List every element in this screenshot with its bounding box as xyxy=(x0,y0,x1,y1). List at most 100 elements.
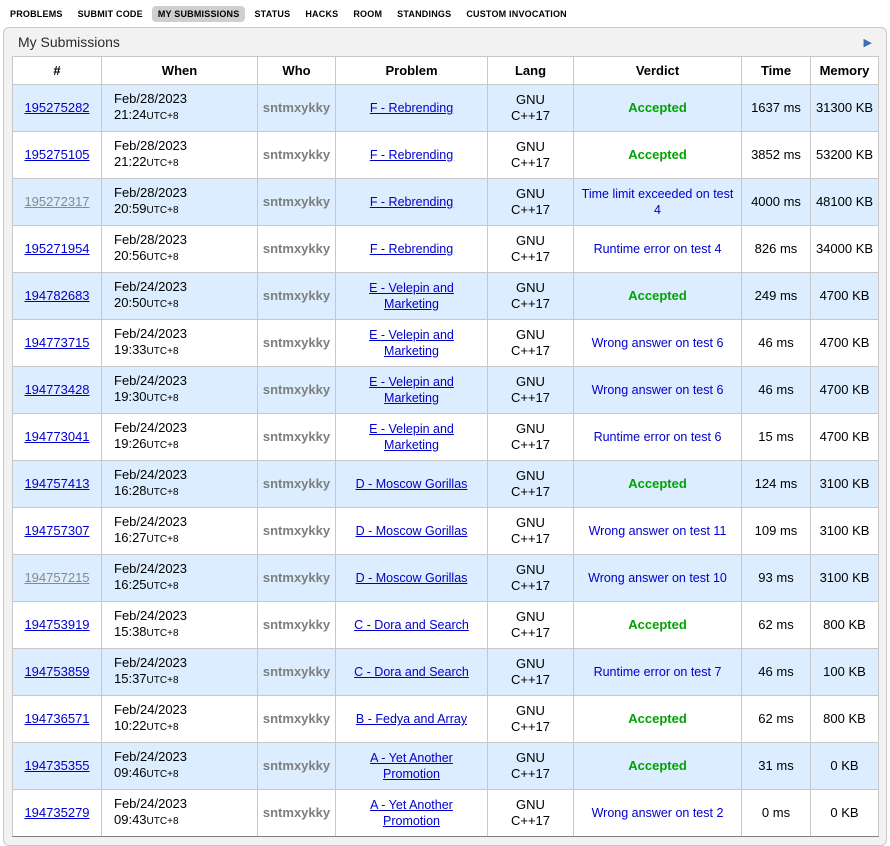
nav-item-room[interactable]: ROOM xyxy=(347,6,388,22)
problem-link[interactable]: C - Dora and Search xyxy=(354,617,469,633)
timezone-label: UTC+8 xyxy=(147,581,179,592)
problem-link[interactable]: E - Velepin and Marketing xyxy=(342,327,482,359)
memory-cell: 0 KB xyxy=(811,743,879,790)
expand-arrow-icon[interactable]: ▶ xyxy=(864,36,874,49)
nav-item-hacks[interactable]: HACKS xyxy=(299,6,344,22)
submission-id-link[interactable]: 194753919 xyxy=(24,617,89,632)
user-link[interactable]: sntmxykky xyxy=(263,805,330,820)
memory-cell: 100 KB xyxy=(811,649,879,696)
submission-id-link[interactable]: 194782683 xyxy=(24,288,89,303)
problem-link[interactable]: E - Velepin and Marketing xyxy=(342,280,482,312)
timezone-label: UTC+8 xyxy=(147,722,179,733)
timezone-label: UTC+8 xyxy=(147,299,179,310)
submission-id-link[interactable]: 194753859 xyxy=(24,664,89,679)
nav-item-problems[interactable]: PROBLEMS xyxy=(4,6,69,22)
lang-text: GNU C++17 xyxy=(508,703,554,735)
submission-id-link[interactable]: 195271954 xyxy=(24,241,89,256)
user-link[interactable]: sntmxykky xyxy=(263,288,330,303)
problem-link[interactable]: A - Yet Another Promotion xyxy=(342,750,482,782)
submission-id-link[interactable]: 194735355 xyxy=(24,758,89,773)
submission-id-link[interactable]: 194757307 xyxy=(24,523,89,538)
time-cell: 46 ms xyxy=(742,320,811,367)
submission-id-link[interactable]: 195275105 xyxy=(24,147,89,162)
verdict-cell: Accepted xyxy=(574,696,742,743)
time-cell: 249 ms xyxy=(742,273,811,320)
user-link[interactable]: sntmxykky xyxy=(263,523,330,538)
lang-cell: GNU C++17 xyxy=(488,461,574,508)
problem-cell: F - Rebrending xyxy=(336,179,488,226)
time-cell: 15 ms xyxy=(742,414,811,461)
user-link[interactable]: sntmxykky xyxy=(263,711,330,726)
nav-item-my-submissions[interactable]: MY SUBMISSIONS xyxy=(152,6,246,22)
when-cell: Feb/24/202319:33UTC+8 xyxy=(102,320,258,367)
problem-link[interactable]: F - Rebrending xyxy=(370,194,453,210)
memory-cell: 3100 KB xyxy=(811,508,879,555)
col-header-memory: Memory xyxy=(811,57,879,85)
user-link[interactable]: sntmxykky xyxy=(263,241,330,256)
lang-cell: GNU C++17 xyxy=(488,602,574,649)
user-link[interactable]: sntmxykky xyxy=(263,194,330,209)
submission-id-cell: 194773428 xyxy=(13,367,102,414)
verdict-cell: Wrong answer on test 6 xyxy=(574,320,742,367)
submission-time: 15:37 xyxy=(114,671,147,686)
submission-id-cell: 194735279 xyxy=(13,790,102,837)
user-link[interactable]: sntmxykky xyxy=(263,476,330,491)
memory-cell: 3100 KB xyxy=(811,461,879,508)
submission-time: 19:30 xyxy=(114,389,147,404)
time-cell: 0 ms xyxy=(742,790,811,837)
submission-id-link[interactable]: 194757215 xyxy=(24,570,89,585)
time-cell: 62 ms xyxy=(742,602,811,649)
memory-cell: 3100 KB xyxy=(811,555,879,602)
problem-link[interactable]: D - Moscow Gorillas xyxy=(356,570,468,586)
nav-item-custom-invocation[interactable]: CUSTOM INVOCATION xyxy=(460,6,573,22)
problem-link[interactable]: E - Velepin and Marketing xyxy=(342,421,482,453)
user-link[interactable]: sntmxykky xyxy=(263,429,330,444)
user-link[interactable]: sntmxykky xyxy=(263,382,330,397)
nav-item-submit-code[interactable]: SUBMIT CODE xyxy=(72,6,149,22)
lang-text: GNU C++17 xyxy=(508,233,554,265)
user-link[interactable]: sntmxykky xyxy=(263,335,330,350)
submission-row: 194782683Feb/24/202320:50UTC+8sntmxykkyE… xyxy=(13,273,879,320)
nav-item-status[interactable]: STATUS xyxy=(248,6,296,22)
nav-item-standings[interactable]: STANDINGS xyxy=(391,6,457,22)
user-link[interactable]: sntmxykky xyxy=(263,617,330,632)
submission-time: 20:50 xyxy=(114,295,147,310)
when-cell: Feb/28/202321:22UTC+8 xyxy=(102,132,258,179)
submission-date: Feb/24/2023 xyxy=(114,561,187,576)
submission-id-link[interactable]: 194736571 xyxy=(24,711,89,726)
submission-id-link[interactable]: 194773428 xyxy=(24,382,89,397)
problem-link[interactable]: B - Fedya and Array xyxy=(356,711,467,727)
submission-id-link[interactable]: 194735279 xyxy=(24,805,89,820)
submission-id-link[interactable]: 194773041 xyxy=(24,429,89,444)
submission-id-cell: 195272317 xyxy=(13,179,102,226)
submission-id-link[interactable]: 195272317 xyxy=(24,194,89,209)
problem-link[interactable]: D - Moscow Gorillas xyxy=(356,476,468,492)
verdict-cell: Accepted xyxy=(574,743,742,790)
submission-id-cell: 194735355 xyxy=(13,743,102,790)
problem-link[interactable]: C - Dora and Search xyxy=(354,664,469,680)
submission-id-link[interactable]: 195275282 xyxy=(24,100,89,115)
problem-link[interactable]: F - Rebrending xyxy=(370,147,453,163)
time-cell: 826 ms xyxy=(742,226,811,273)
lang-cell: GNU C++17 xyxy=(488,367,574,414)
submission-row: 194736571Feb/24/202310:22UTC+8sntmxykkyB… xyxy=(13,696,879,743)
problem-link[interactable]: A - Yet Another Promotion xyxy=(342,797,482,829)
verdict-text: Accepted xyxy=(624,147,691,163)
col-header-verdict: Verdict xyxy=(574,57,742,85)
problem-link[interactable]: F - Rebrending xyxy=(370,100,453,116)
user-link[interactable]: sntmxykky xyxy=(263,147,330,162)
user-link[interactable]: sntmxykky xyxy=(263,100,330,115)
submission-id-link[interactable]: 194757413 xyxy=(24,476,89,491)
problem-link[interactable]: F - Rebrending xyxy=(370,241,453,257)
who-cell: sntmxykky xyxy=(258,461,336,508)
user-link[interactable]: sntmxykky xyxy=(263,664,330,679)
submission-id-link[interactable]: 194773715 xyxy=(24,335,89,350)
user-link[interactable]: sntmxykky xyxy=(263,758,330,773)
verdict-cell: Runtime error on test 6 xyxy=(574,414,742,461)
submission-id-cell: 194757413 xyxy=(13,461,102,508)
problem-cell: F - Rebrending xyxy=(336,226,488,273)
memory-cell: 31300 KB xyxy=(811,85,879,132)
problem-link[interactable]: E - Velepin and Marketing xyxy=(342,374,482,406)
user-link[interactable]: sntmxykky xyxy=(263,570,330,585)
problem-link[interactable]: D - Moscow Gorillas xyxy=(356,523,468,539)
